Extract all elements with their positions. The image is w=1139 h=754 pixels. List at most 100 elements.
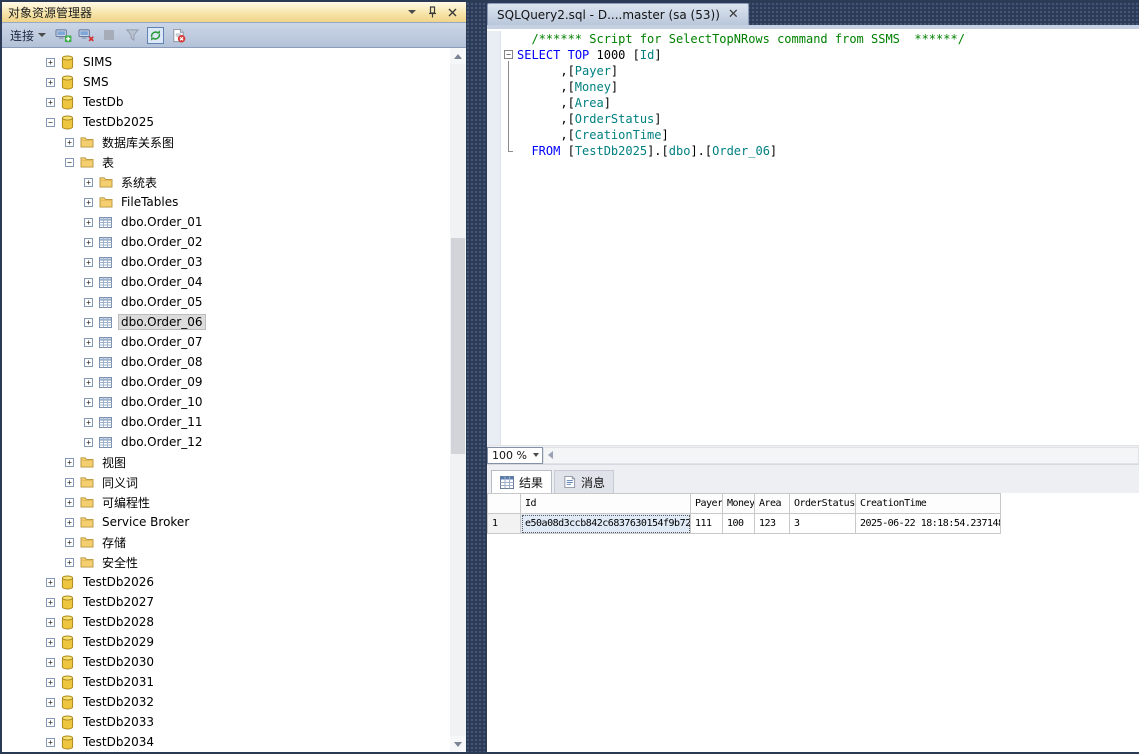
grid-column-header-OrderStatus[interactable]: OrderStatus xyxy=(790,494,856,514)
expand-toggle-icon[interactable]: + xyxy=(84,218,93,227)
tree-item-SIMS[interactable]: +SIMS xyxy=(2,52,450,72)
tree-vertical-scrollbar[interactable] xyxy=(450,48,466,752)
connect-server-icon[interactable] xyxy=(54,26,72,44)
tree-item-TestDb2025[interactable]: −TestDb2025 xyxy=(2,112,450,132)
tree-item-dbo.Order_03[interactable]: +dbo.Order_03 xyxy=(2,252,450,272)
expand-toggle-icon[interactable]: + xyxy=(65,518,74,527)
expand-toggle-icon[interactable]: + xyxy=(46,718,55,727)
expand-toggle-icon[interactable]: + xyxy=(46,58,55,67)
script-error-icon[interactable] xyxy=(169,26,187,44)
expand-toggle-icon[interactable]: + xyxy=(46,678,55,687)
panel-splitter[interactable] xyxy=(466,2,487,752)
grid-cell[interactable]: 123 xyxy=(755,514,790,534)
expand-toggle-icon[interactable]: + xyxy=(46,638,55,647)
expand-toggle-icon[interactable]: + xyxy=(65,138,74,147)
expand-toggle-icon[interactable]: − xyxy=(65,158,74,167)
expand-toggle-icon[interactable]: + xyxy=(84,438,93,447)
close-icon[interactable]: ✕ xyxy=(728,8,739,21)
grid-cell[interactable]: 111 xyxy=(691,514,723,534)
chevron-down-icon[interactable] xyxy=(404,5,420,19)
stop-icon[interactable] xyxy=(100,26,118,44)
grid-corner[interactable] xyxy=(488,494,521,514)
tree-item-TestDb2028[interactable]: +TestDb2028 xyxy=(2,612,450,632)
expand-toggle-icon[interactable]: + xyxy=(65,538,74,547)
scroll-up-icon[interactable] xyxy=(450,48,466,64)
expand-toggle-icon[interactable]: + xyxy=(46,618,55,627)
grid-cell[interactable]: 2025-06-22 18:18:54.2371483 xyxy=(856,514,1001,534)
expand-toggle-icon[interactable]: + xyxy=(46,98,55,107)
tree-item-SMS[interactable]: +SMS xyxy=(2,72,450,92)
expand-toggle-icon[interactable]: + xyxy=(84,238,93,247)
refresh-icon[interactable] xyxy=(146,26,164,44)
expand-toggle-icon[interactable]: + xyxy=(46,78,55,87)
sql-editor[interactable]: /****** Script for SelectTopNRows comman… xyxy=(487,29,1139,445)
close-icon[interactable] xyxy=(444,5,460,19)
grid-column-header-Money[interactable]: Money xyxy=(723,494,755,514)
expand-toggle-icon[interactable]: + xyxy=(84,338,93,347)
connect-button[interactable]: 连接 xyxy=(7,26,49,45)
grid-column-header-Area[interactable]: Area xyxy=(755,494,790,514)
disconnect-server-icon[interactable] xyxy=(77,26,95,44)
editor-horizontal-scrollbar[interactable] xyxy=(543,447,1139,464)
tree-item-数据库关系图[interactable]: +数据库关系图 xyxy=(2,132,450,152)
expand-toggle-icon[interactable]: + xyxy=(84,258,93,267)
tree-item-TestDb2032[interactable]: +TestDb2032 xyxy=(2,692,450,712)
grid-row-header[interactable]: 1 xyxy=(488,514,521,534)
grid-cell[interactable]: 100 xyxy=(723,514,755,534)
grid-cell[interactable]: 3 xyxy=(790,514,856,534)
tree-item-dbo.Order_10[interactable]: +dbo.Order_10 xyxy=(2,392,450,412)
tree-item-dbo.Order_01[interactable]: +dbo.Order_01 xyxy=(2,212,450,232)
tree-item-同义词[interactable]: +同义词 xyxy=(2,472,450,492)
query-document-tab[interactable]: SQLQuery2.sql - D....master (sa (53)) ✕ xyxy=(487,3,749,25)
tree-item-dbo.Order_06[interactable]: +dbo.Order_06 xyxy=(2,312,450,332)
expand-toggle-icon[interactable]: + xyxy=(84,198,93,207)
expand-toggle-icon[interactable]: + xyxy=(46,578,55,587)
tree-item-TestDb2027[interactable]: +TestDb2027 xyxy=(2,592,450,612)
tree-item-TestDb2031[interactable]: +TestDb2031 xyxy=(2,672,450,692)
expand-toggle-icon[interactable]: + xyxy=(46,738,55,747)
expand-toggle-icon[interactable]: + xyxy=(84,318,93,327)
tree-item-TestDb2034[interactable]: +TestDb2034 xyxy=(2,732,450,752)
tree-item-Service-Broker[interactable]: +Service Broker xyxy=(2,512,450,532)
grid-cell-selected[interactable]: e50a08d3ccb842c6837630154f9b724a xyxy=(521,514,691,534)
expand-toggle-icon[interactable]: + xyxy=(84,178,93,187)
tree-item-dbo.Order_04[interactable]: +dbo.Order_04 xyxy=(2,272,450,292)
expand-toggle-icon[interactable]: + xyxy=(84,278,93,287)
pin-icon[interactable] xyxy=(424,5,440,19)
expand-toggle-icon[interactable]: + xyxy=(65,478,74,487)
tree-item-dbo.Order_05[interactable]: +dbo.Order_05 xyxy=(2,292,450,312)
zoom-level-dropdown[interactable]: 100 % xyxy=(487,447,543,464)
tree-item-dbo.Order_12[interactable]: +dbo.Order_12 xyxy=(2,432,450,452)
scroll-left-icon[interactable] xyxy=(548,451,553,459)
expand-toggle-icon[interactable]: + xyxy=(84,398,93,407)
tree-item-TestDb2030[interactable]: +TestDb2030 xyxy=(2,652,450,672)
expand-toggle-icon[interactable]: + xyxy=(65,458,74,467)
expand-toggle-icon[interactable]: + xyxy=(65,558,74,567)
expand-toggle-icon[interactable]: + xyxy=(46,698,55,707)
grid-column-header-Id[interactable]: Id xyxy=(521,494,691,514)
expand-toggle-icon[interactable]: + xyxy=(84,378,93,387)
tree-item-表[interactable]: −表 xyxy=(2,152,450,172)
collapse-minus-icon[interactable]: − xyxy=(504,50,513,59)
expand-toggle-icon[interactable]: + xyxy=(65,498,74,507)
results-tab-结果[interactable]: 结果 xyxy=(491,470,552,493)
tree-item-可编程性[interactable]: +可编程性 xyxy=(2,492,450,512)
tree-item-dbo.Order_02[interactable]: +dbo.Order_02 xyxy=(2,232,450,252)
scroll-down-icon[interactable] xyxy=(450,736,466,752)
tree-item-TestDb[interactable]: +TestDb xyxy=(2,92,450,112)
tree-item-dbo.Order_07[interactable]: +dbo.Order_07 xyxy=(2,332,450,352)
expand-toggle-icon[interactable]: + xyxy=(84,358,93,367)
expand-toggle-icon[interactable]: + xyxy=(84,298,93,307)
tree-item-dbo.Order_11[interactable]: +dbo.Order_11 xyxy=(2,412,450,432)
tree-item-安全性[interactable]: +安全性 xyxy=(2,552,450,572)
tree-item-存储[interactable]: +存储 xyxy=(2,532,450,552)
tree-item-TestDb2026[interactable]: +TestDb2026 xyxy=(2,572,450,592)
tree-item-dbo.Order_09[interactable]: +dbo.Order_09 xyxy=(2,372,450,392)
expand-toggle-icon[interactable]: + xyxy=(46,658,55,667)
tree-item-dbo.Order_08[interactable]: +dbo.Order_08 xyxy=(2,352,450,372)
expand-toggle-icon[interactable]: + xyxy=(46,598,55,607)
tree-item-系统表[interactable]: +系统表 xyxy=(2,172,450,192)
tree-item-视图[interactable]: +视图 xyxy=(2,452,450,472)
sql-code[interactable]: /****** Script for SelectTopNRows comman… xyxy=(501,31,1139,445)
tree-item-FileTables[interactable]: +FileTables xyxy=(2,192,450,212)
